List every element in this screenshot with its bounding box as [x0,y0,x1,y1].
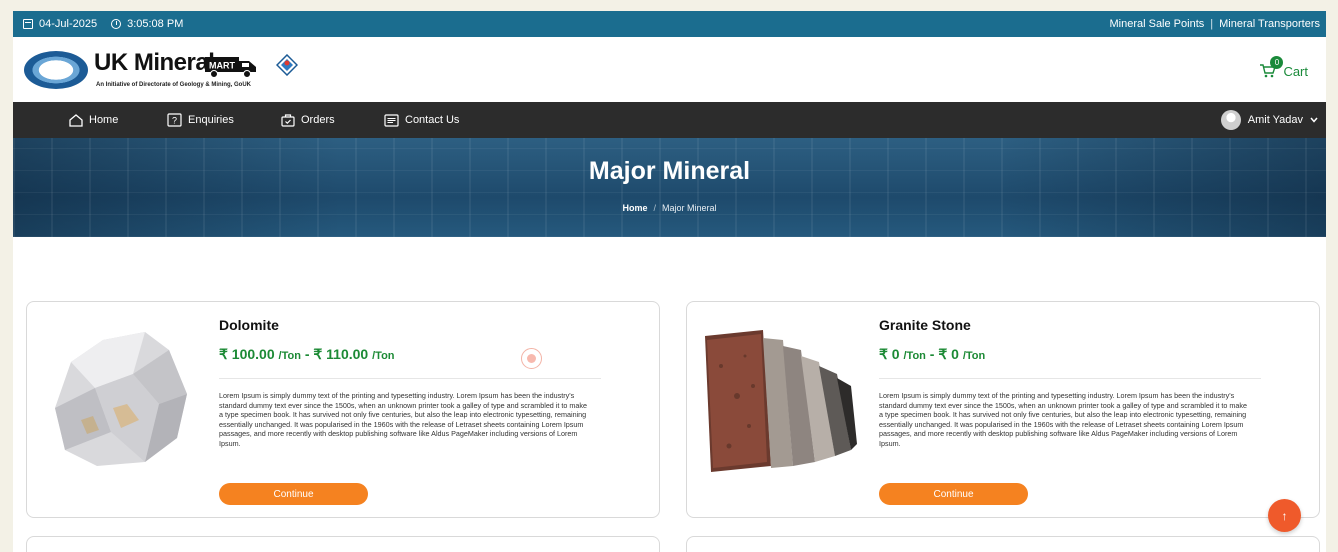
mineral-sale-points-link[interactable]: Mineral Sale Points [1109,18,1204,30]
product-card-dolomite: Dolomite ₹ 100.00 /Ton - ₹ 110.00 /Ton L… [26,301,660,518]
top-info-bar: 04-Jul-2025 3:05:08 PM Mineral Sale Poin… [13,11,1326,37]
nav-contact-us[interactable]: Contact Us [384,102,459,138]
divider [879,378,1261,379]
product-name: Granite Stone [879,317,971,333]
arrow-up-icon: ↑ [1281,508,1288,523]
bag-icon [281,114,295,127]
breadcrumb-separator: / [653,203,656,213]
nav-orders[interactable]: Orders [281,102,335,138]
price-min: ₹ 0 [879,346,900,362]
chevron-down-icon [1310,117,1318,123]
home-icon [69,113,83,127]
price-dash: - [304,346,310,362]
logo-mart-text: MART [209,61,235,71]
nav-contact-us-label: Contact Us [405,114,460,126]
calendar-icon [23,19,33,29]
price-unit: /Ton [278,350,301,362]
product-price: ₹ 100.00 /Ton - ₹ 110.00 /Ton [219,346,395,363]
user-name: Amit Yadav [1247,114,1303,126]
link-separator: | [1210,18,1214,30]
nav-home[interactable]: Home [69,102,118,138]
price-unit: /Ton [903,350,926,362]
message-icon [384,113,399,127]
price-unit: /Ton [962,350,986,362]
nav-home-label: Home [89,114,119,126]
product-card-partial [26,536,660,552]
logo-bar: UK Mineral MART An Initiative of Directo… [13,37,1326,102]
product-description: Lorem Ipsum is simply dummy text of the … [879,391,1247,448]
main-navbar: Home ? Enquiries Orders Contact Us Amit … [13,102,1326,138]
clock-icon [111,19,122,29]
nav-enquiries-label: Enquiries [188,114,234,126]
uttarakhand-emblem-icon [276,54,298,76]
avatar [1220,110,1241,130]
breadcrumb: Home / Major Mineral [13,203,1326,213]
nav-enquiries[interactable]: ? Enquiries [167,102,234,138]
page-title: Major Mineral [588,157,751,185]
granite-stone-image [701,316,858,473]
scroll-to-top-button[interactable]: ↑ [1268,499,1301,532]
product-card-granite-stone: Granite Stone ₹ 0 /Ton - ₹ 0 /Ton Lorem … [686,301,1320,518]
nav-orders-label: Orders [301,114,335,126]
svg-text:?: ? [172,116,177,126]
site-logo-title[interactable]: UK Mineral [94,49,215,77]
continue-button[interactable]: Continue [219,483,368,505]
product-card-partial [686,536,1320,552]
page-hero-banner: Major Mineral Home / Major Mineral [13,138,1326,237]
hero-background [13,138,1326,237]
cart-icon: 0 [1259,56,1284,79]
breadcrumb-current: Major Mineral [662,203,717,213]
price-dash: - [929,346,935,362]
product-name: Dolomite [219,317,279,333]
divider [219,378,601,379]
cart-count-badge: 0 [1270,56,1284,69]
mineral-transporters-link[interactable]: Mineral Transporters [1219,18,1320,30]
radio-indicator[interactable] [521,348,542,369]
directorate-emblem-icon [24,51,88,89]
current-time: 3:05:08 PM [127,18,184,30]
breadcrumb-home-link[interactable]: Home [622,203,647,213]
continue-button[interactable]: Continue [879,483,1028,505]
question-icon: ? [167,113,182,127]
price-min: ₹ 100.00 [219,346,275,362]
price-max: ₹ 0 [938,346,959,362]
price-max: ₹ 110.00 [313,346,369,362]
cart-label: Cart [1283,64,1308,79]
product-description: Lorem Ipsum is simply dummy text of the … [219,391,587,448]
page-frame: 04-Jul-2025 3:05:08 PM Mineral Sale Poin… [13,11,1326,552]
product-price: ₹ 0 /Ton - ₹ 0 /Ton [879,346,985,363]
cart-button[interactable]: 0 Cart [1259,56,1308,79]
current-date: 04-Jul-2025 [39,18,98,30]
dolomite-image [41,316,198,473]
logo-subtitle: An Initiative of Directorate of Geology … [96,82,252,88]
truck-logo-icon: MART [205,57,256,78]
user-menu[interactable]: Amit Yadav [1220,102,1318,138]
price-unit: /Ton [372,350,395,362]
